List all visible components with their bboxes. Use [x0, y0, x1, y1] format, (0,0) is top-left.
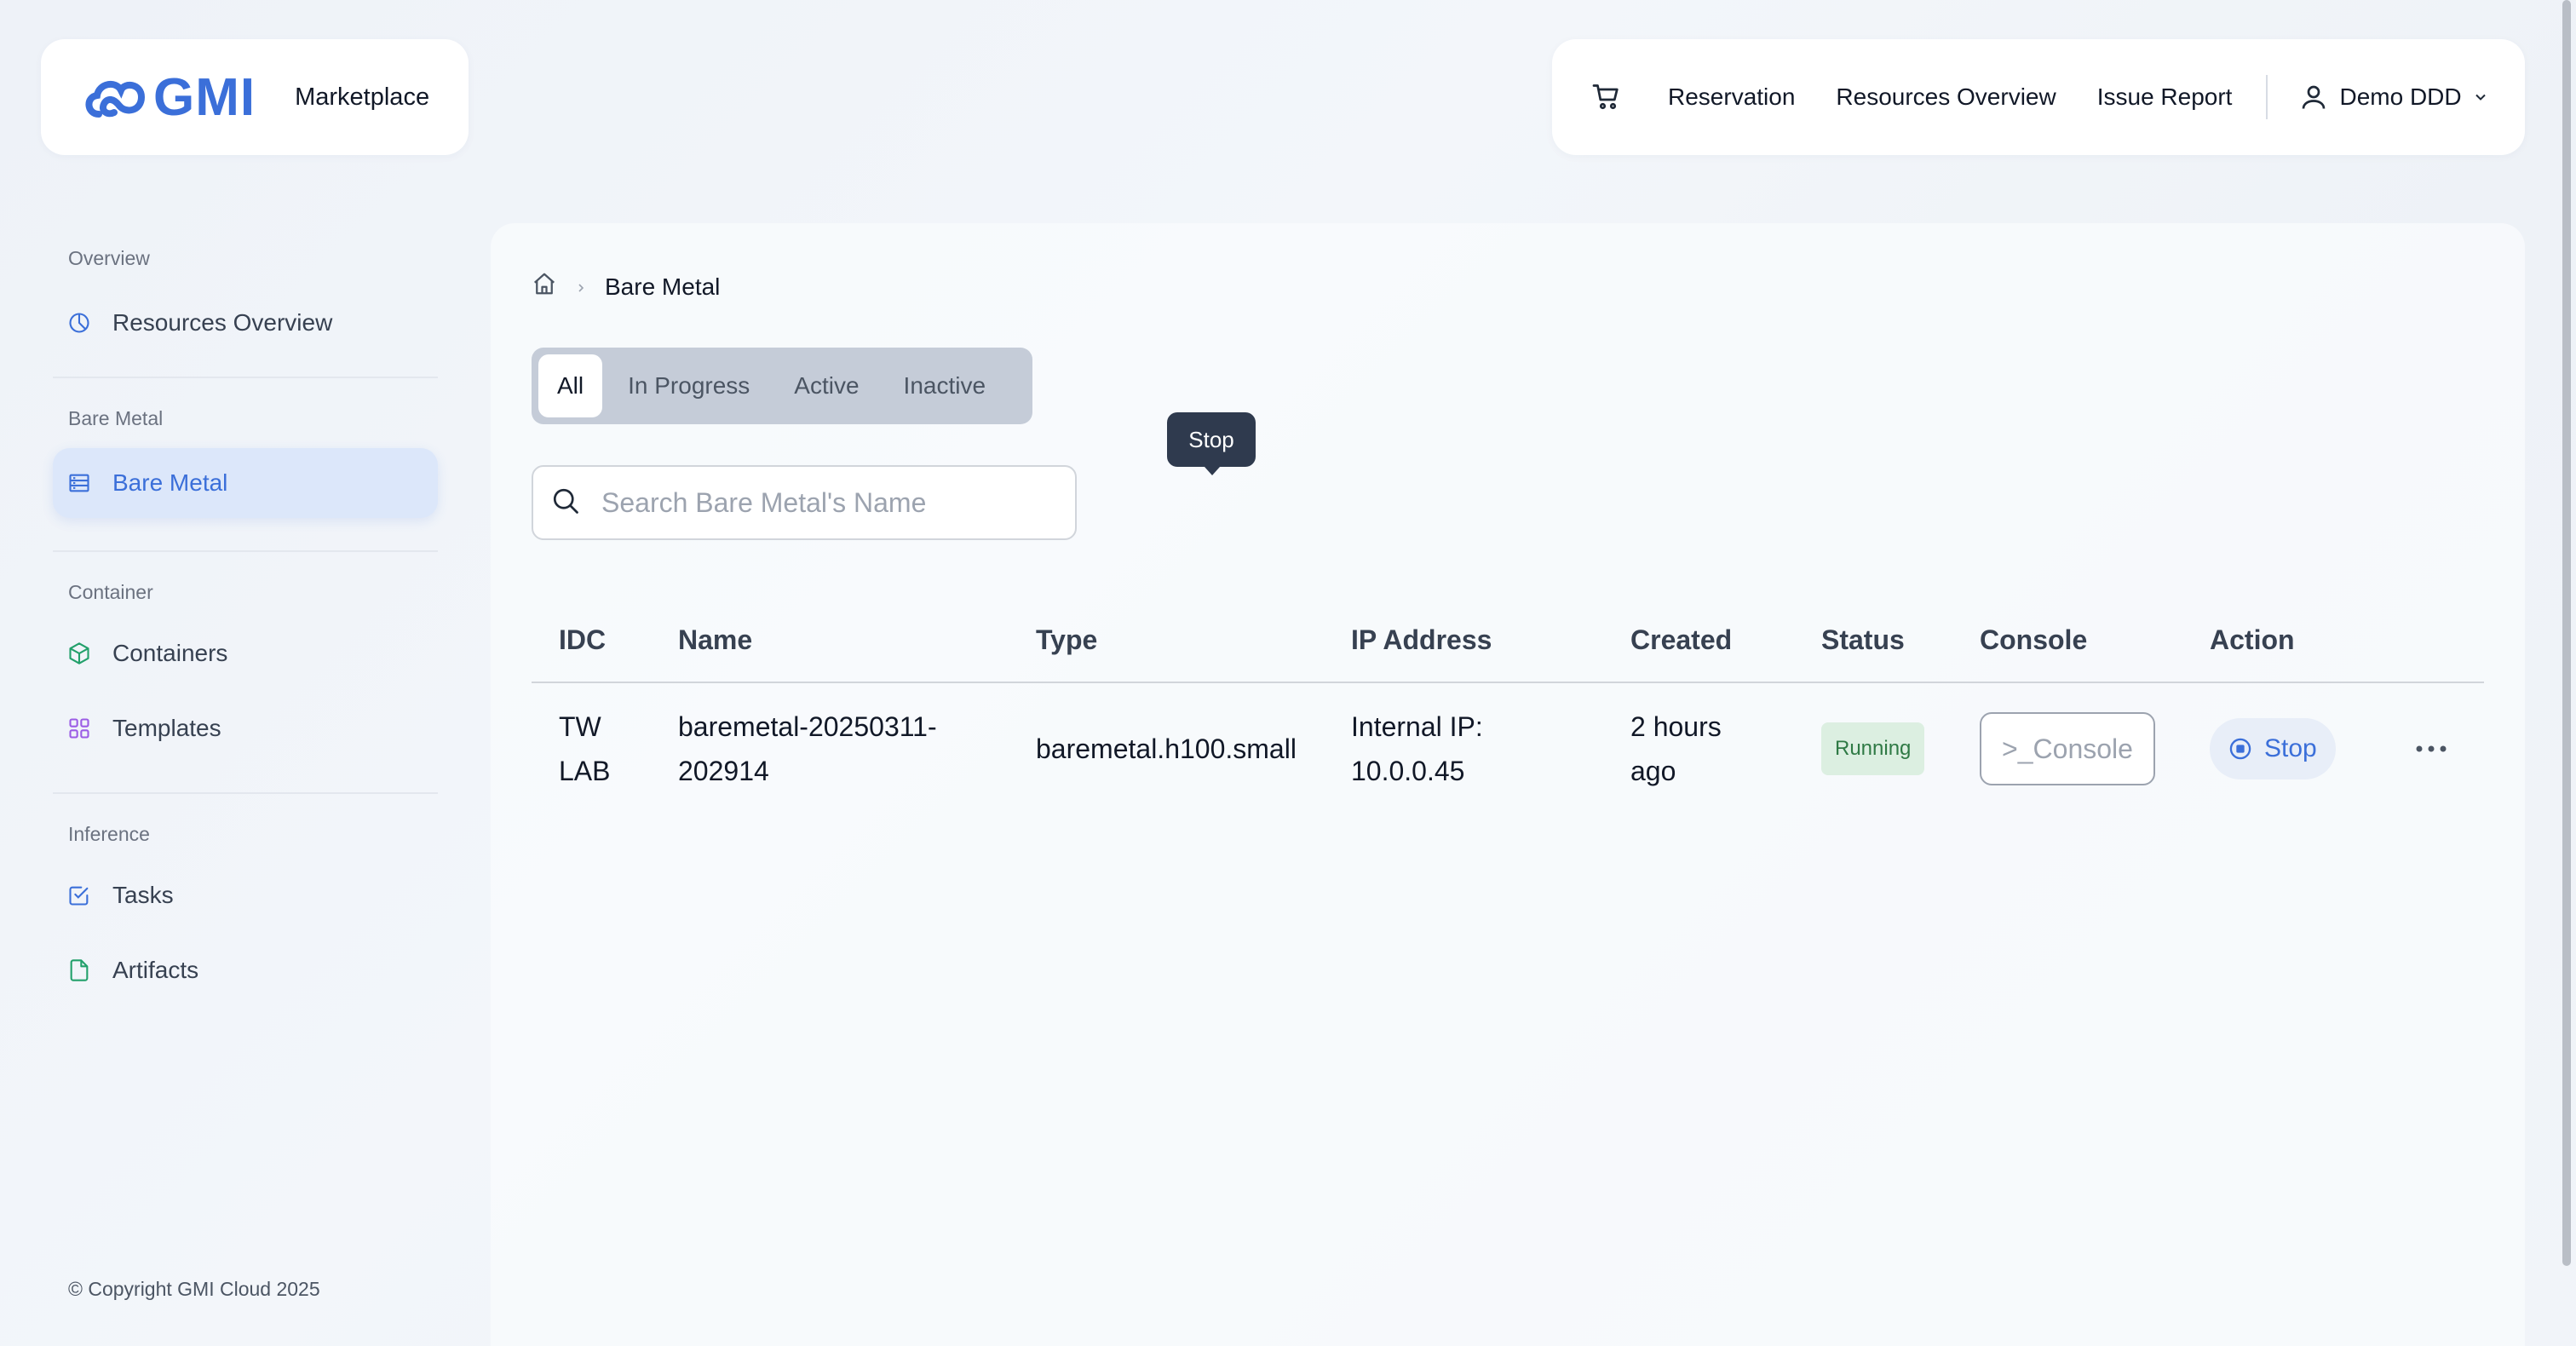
- scrollbar[interactable]: [2562, 0, 2571, 1266]
- cell-idc: TW LAB: [532, 705, 678, 793]
- copyright: © Copyright GMI Cloud 2025: [68, 1278, 320, 1300]
- marketplace-link[interactable]: Marketplace: [295, 83, 429, 112]
- header-created: Created: [1630, 624, 1733, 655]
- cart-icon[interactable]: [1591, 80, 1625, 114]
- search-icon: [550, 486, 581, 521]
- sidebar-item-artifacts[interactable]: Artifacts: [53, 935, 438, 1005]
- checkbox-icon: [66, 883, 92, 908]
- header-name: Name: [678, 624, 753, 655]
- stop-icon: [2229, 738, 2251, 760]
- nav-reservation[interactable]: Reservation: [1668, 83, 1795, 111]
- sidebar-item-label: Templates: [112, 715, 221, 741]
- cell-name: baremetal-20250311- 202914: [678, 705, 1036, 793]
- search-box: [532, 465, 1077, 540]
- table-row: TW LAB baremetal-20250311- 202914 bareme…: [532, 683, 2484, 814]
- logo-card: GMI Marketplace: [41, 39, 469, 155]
- tab-all[interactable]: All: [538, 354, 603, 417]
- nav-resources-overview[interactable]: Resources Overview: [1836, 83, 2056, 111]
- sidebar: Overview Resources Overview Bare Metal B…: [53, 247, 438, 1005]
- section-title-overview: Overview: [68, 247, 150, 269]
- more-options-button[interactable]: [2380, 744, 2482, 754]
- cell-created-line1: 2 hours: [1630, 711, 1722, 742]
- status-tabs: All In Progress Active Inactive: [532, 348, 1032, 424]
- nav-issue-report[interactable]: Issue Report: [2097, 83, 2233, 111]
- cell-idc-line2: LAB: [559, 756, 611, 786]
- cell-status: Running: [1821, 722, 1980, 775]
- stop-button[interactable]: Stop: [2210, 718, 2336, 779]
- sidebar-item-containers[interactable]: Containers: [53, 618, 438, 688]
- cell-idc-line1: TW: [559, 711, 601, 742]
- cell-name-line1: baremetal-20250311-: [678, 711, 937, 742]
- sidebar-item-label: Bare Metal: [112, 469, 228, 496]
- tab-active[interactable]: Active: [775, 354, 877, 417]
- section-title-bare-metal: Bare Metal: [68, 407, 164, 429]
- header-ip-address: IP Address: [1351, 624, 1492, 655]
- sidebar-item-tasks[interactable]: Tasks: [53, 860, 438, 930]
- cell-console: >_Console: [1980, 712, 2210, 785]
- tab-inactive[interactable]: Inactive: [885, 354, 1005, 417]
- pie-chart-icon: [66, 310, 92, 336]
- brand-name: GMI: [153, 67, 256, 127]
- nav-divider: [2266, 75, 2268, 119]
- console-button[interactable]: >_Console: [1980, 712, 2155, 785]
- cell-created: 2 hours ago: [1630, 705, 1821, 793]
- user-menu[interactable]: Demo DDD: [2298, 82, 2488, 112]
- chevron-down-icon: [2475, 94, 2486, 101]
- header-status: Status: [1821, 624, 1905, 655]
- status-badge: Running: [1821, 722, 1925, 775]
- sidebar-divider: [53, 377, 438, 378]
- header-action: Action: [2210, 624, 2295, 655]
- cell-name-line2: 202914: [678, 756, 769, 786]
- sidebar-item-resources-overview[interactable]: Resources Overview: [53, 288, 438, 358]
- user-name: Demo DDD: [2339, 83, 2462, 110]
- server-icon: [66, 470, 92, 496]
- stop-button-label: Stop: [2264, 734, 2317, 762]
- cell-ip-address: Internal IP: 10.0.0.45: [1351, 705, 1630, 793]
- cell-created-line2: ago: [1630, 756, 1676, 786]
- sidebar-item-templates[interactable]: Templates: [53, 693, 438, 763]
- section-title-inference: Inference: [68, 823, 150, 845]
- cell-action: Stop: [2210, 718, 2380, 779]
- header-type: Type: [1036, 624, 1098, 655]
- grid-icon: [66, 716, 92, 741]
- header-idc: IDC: [559, 624, 607, 655]
- bare-metal-table: IDC Name Type IP Address Created Status …: [532, 598, 2484, 814]
- section-title-container: Container: [68, 581, 153, 603]
- sidebar-item-label: Tasks: [112, 882, 174, 908]
- sidebar-item-bare-metal[interactable]: Bare Metal: [53, 448, 438, 518]
- search-input[interactable]: [601, 486, 1044, 519]
- top-nav: Reservation Resources Overview Issue Rep…: [1552, 39, 2525, 155]
- breadcrumb-current: Bare Metal: [605, 273, 721, 300]
- cell-ip-line2: 10.0.0.45: [1351, 756, 1465, 786]
- stop-tooltip: Stop: [1167, 412, 1256, 475]
- home-icon[interactable]: [532, 271, 557, 302]
- gmi-logo[interactable]: GMI: [82, 67, 256, 128]
- cube-icon: [66, 641, 92, 666]
- sidebar-item-label: Containers: [112, 640, 228, 666]
- header-console: Console: [1980, 624, 2088, 655]
- main-panel: Bare Metal All In Progress Active Inacti…: [491, 223, 2525, 1346]
- user-icon: [2303, 85, 2326, 109]
- cell-type: baremetal.h100.small: [1036, 733, 1297, 764]
- sidebar-divider: [53, 792, 438, 794]
- cloud-logo-icon: [85, 80, 146, 118]
- sidebar-item-label: Artifacts: [112, 957, 199, 983]
- breadcrumb: Bare Metal: [532, 271, 720, 302]
- file-icon: [66, 958, 92, 983]
- cell-ip-line1: Internal IP:: [1351, 711, 1483, 742]
- sidebar-divider: [53, 550, 438, 552]
- chevron-right-icon: [574, 273, 588, 301]
- more-horizontal-icon: [2416, 745, 2447, 752]
- table-header: IDC Name Type IP Address Created Status …: [532, 598, 2484, 683]
- tab-in-progress[interactable]: In Progress: [609, 354, 768, 417]
- sidebar-item-label: Resources Overview: [112, 309, 333, 336]
